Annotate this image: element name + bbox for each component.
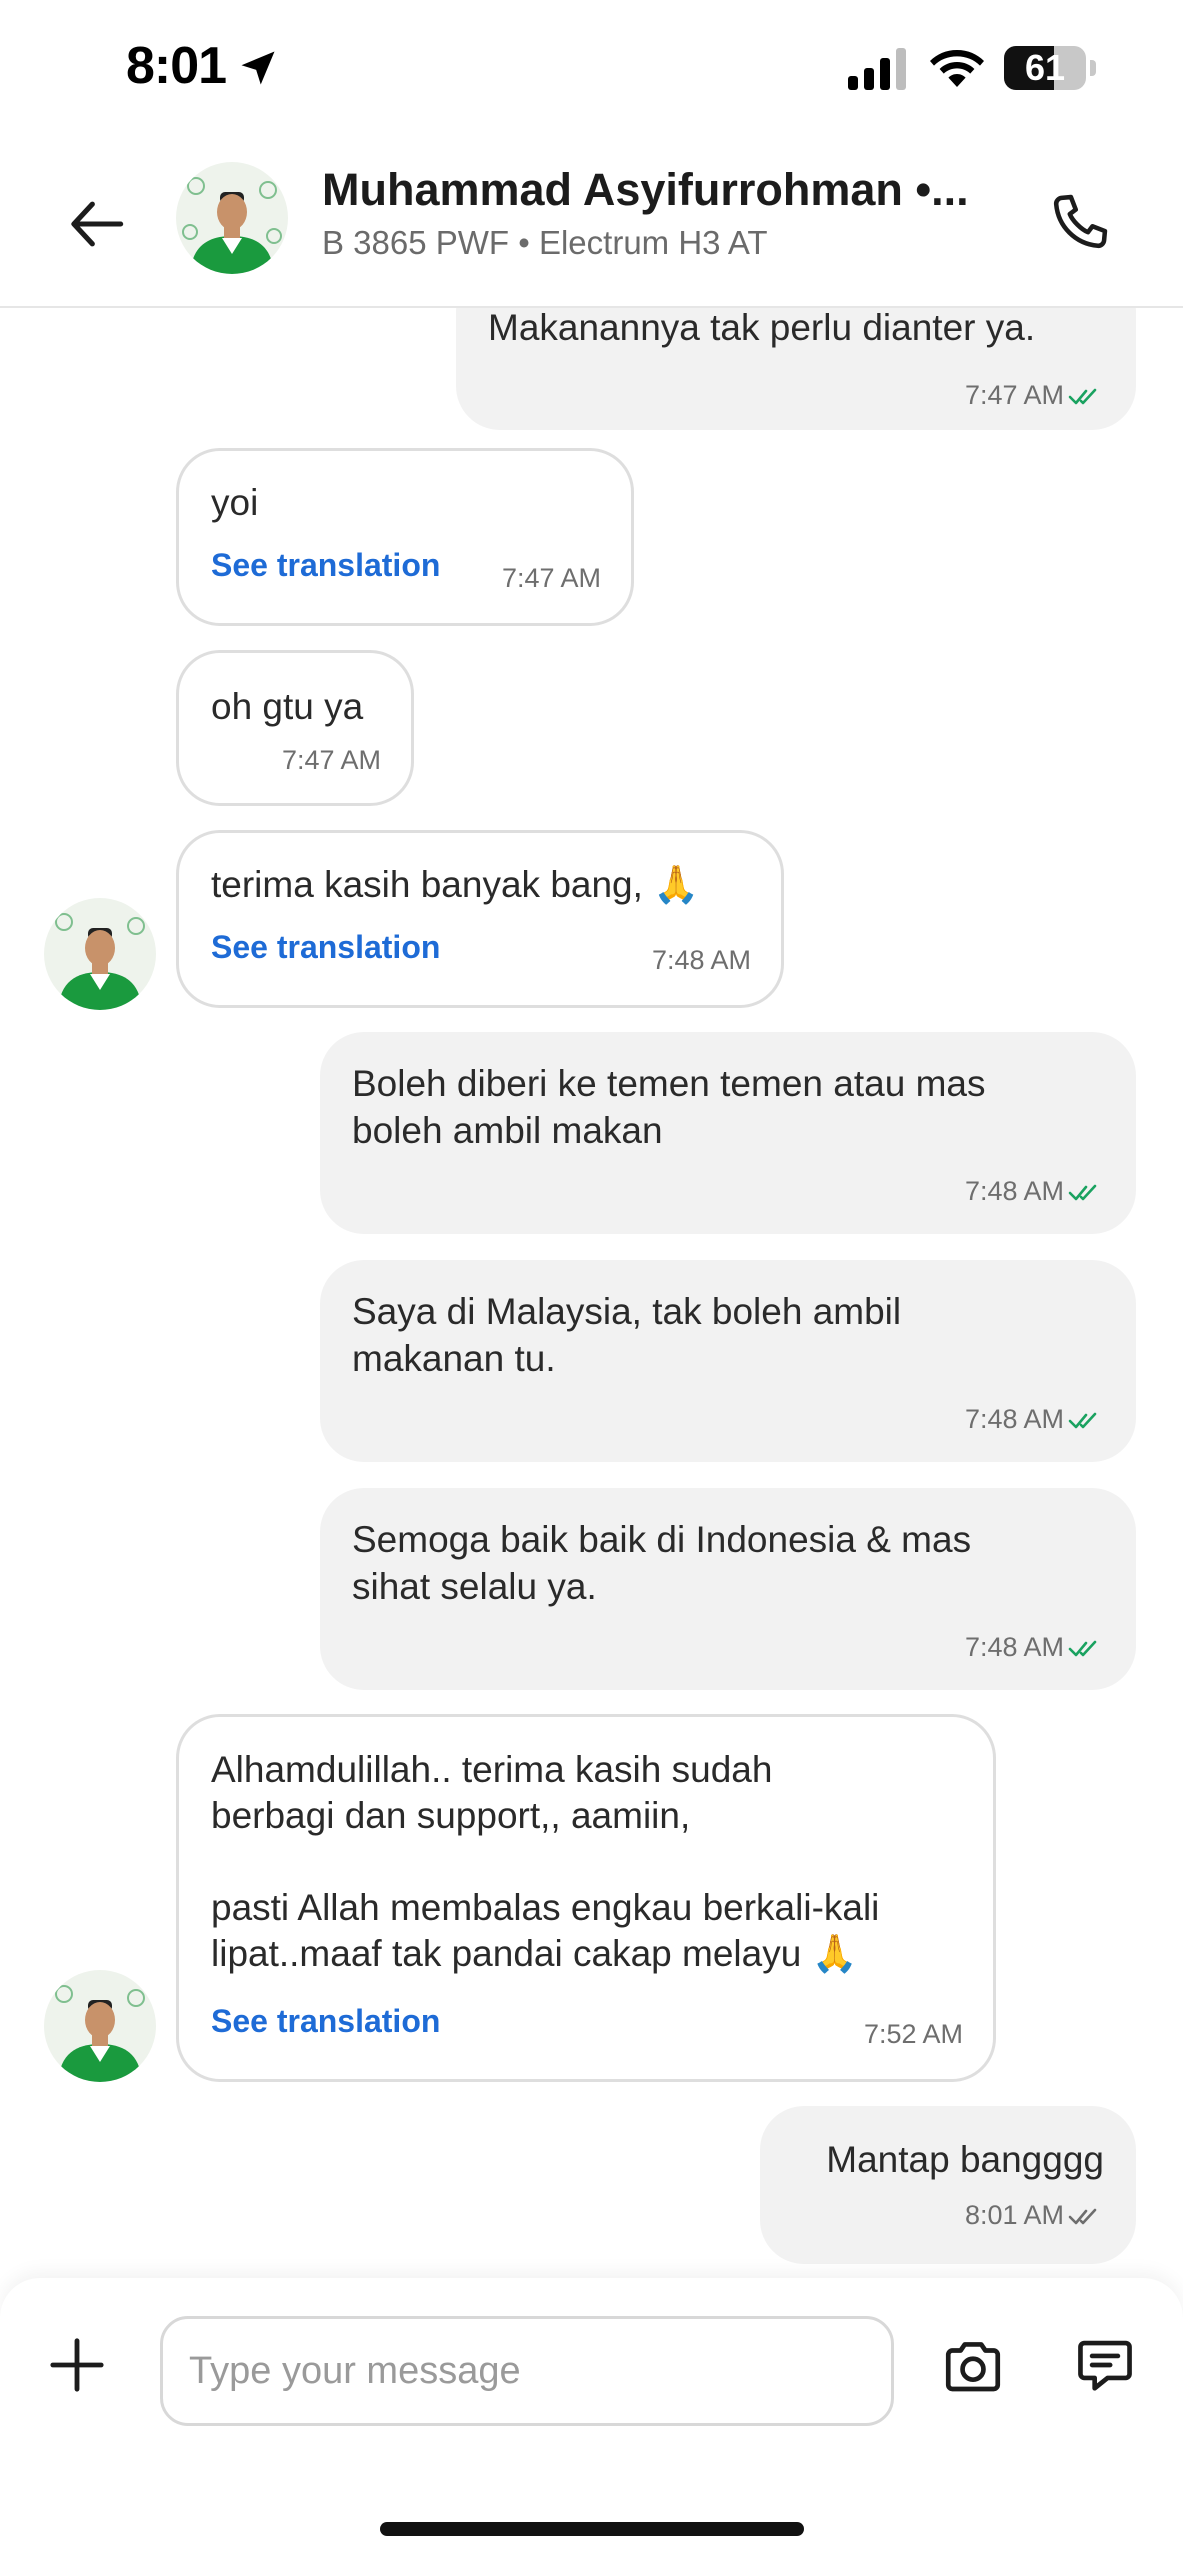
home-indicator — [380, 2522, 804, 2536]
message-time: 7:52 AM — [863, 2019, 963, 2049]
driver-photo — [176, 162, 288, 274]
message-text: Makanannya tak perlu dianter ya. — [488, 308, 1036, 348]
camera-icon[interactable] — [940, 2334, 1006, 2400]
double-check-icon — [1068, 2208, 1097, 2225]
message-time: 8:01 AM — [964, 2200, 1064, 2230]
avatar[interactable] — [44, 898, 156, 1010]
message-bubble-outgoing[interactable]: Semoga baik baik di Indonesia & mas siha… — [320, 1488, 1136, 1690]
double-check-icon — [1068, 388, 1097, 405]
status-bar: 8:01 61 — [0, 0, 1183, 140]
double-check-icon — [1068, 1640, 1097, 1657]
double-check-icon — [1068, 1412, 1097, 1429]
message-list[interactable]: Makanannya tak perlu dianter ya. 7:47 AM… — [0, 308, 1183, 2278]
message-bubble-incoming[interactable]: Alhamdulillah.. terima kasih sudah berba… — [176, 1714, 996, 2082]
message-time: 7:48 AM — [964, 1176, 1064, 1206]
message-text: Boleh diberi ke temen temen atau mas bol… — [352, 1063, 986, 1151]
battery-percentage: 61 — [1024, 47, 1066, 88]
message-text: Mantap bangggg — [826, 2139, 1104, 2180]
cellular-signal-icon — [848, 48, 906, 90]
driver-photo — [44, 898, 156, 1010]
message-bubble-outgoing[interactable]: Mantap bangggg 8:01 AM — [760, 2106, 1136, 2264]
message-bubble-outgoing[interactable]: Saya di Malaysia, tak boleh ambil makana… — [320, 1260, 1136, 1462]
driver-photo — [44, 1970, 156, 2082]
location-arrow-icon — [241, 51, 275, 85]
message-time: 7:47 AM — [964, 380, 1064, 410]
chat-bubble-icon[interactable] — [1074, 2334, 1136, 2396]
message-text: Saya di Malaysia, tak boleh ambil makana… — [352, 1291, 902, 1379]
message-bubble-outgoing[interactable]: Makanannya tak perlu dianter ya. 7:47 AM — [456, 308, 1136, 430]
message-time: 7:47 AM — [281, 745, 381, 775]
message-bubble-incoming[interactable]: yoi See translation 7:47 AM — [176, 448, 634, 626]
message-bubble-incoming[interactable]: oh gtu ya 7:47 AM — [176, 650, 414, 806]
message-time: 7:48 AM — [651, 945, 751, 975]
back-arrow-icon[interactable] — [64, 190, 132, 258]
status-time: 8:01 — [126, 37, 227, 95]
message-bubble-incoming[interactable]: terima kasih banyak bang, 🙏 See translat… — [176, 830, 784, 1008]
vehicle-info: B 3865 PWF • Electrum H3 AT — [322, 224, 768, 261]
message-bubble-outgoing[interactable]: Boleh diberi ke temen temen atau mas bol… — [320, 1032, 1136, 1234]
message-text: Semoga baik baik di Indonesia & mas siha… — [352, 1519, 972, 1607]
chat-header: Muhammad Asyifurrohman •... B 3865 PWF •… — [0, 140, 1183, 308]
phone-icon[interactable] — [1046, 188, 1114, 256]
message-time: 7:47 AM — [501, 563, 601, 593]
message-text: terima kasih banyak bang, 🙏 — [211, 864, 700, 905]
avatar[interactable] — [44, 1970, 156, 2082]
avatar[interactable] — [176, 162, 288, 274]
see-translation-link[interactable]: See translation — [211, 547, 440, 584]
see-translation-link[interactable]: See translation — [211, 929, 440, 966]
message-time: 7:48 AM — [964, 1632, 1064, 1662]
plus-icon[interactable] — [48, 2336, 106, 2394]
see-translation-link[interactable]: See translation — [211, 2003, 440, 2040]
message-text: yoi — [211, 482, 259, 523]
message-text: oh gtu ya — [211, 686, 364, 727]
message-time: 7:48 AM — [964, 1404, 1064, 1434]
message-input[interactable] — [160, 2316, 894, 2426]
contact-name[interactable]: Muhammad Asyifurrohman •... — [322, 164, 982, 216]
wifi-icon — [930, 50, 984, 87]
double-check-icon — [1068, 1184, 1097, 1201]
message-text: Alhamdulillah.. terima kasih sudah berba… — [211, 1749, 880, 1974]
battery-icon: 61 — [1004, 46, 1096, 90]
message-composer — [0, 2278, 1183, 2560]
